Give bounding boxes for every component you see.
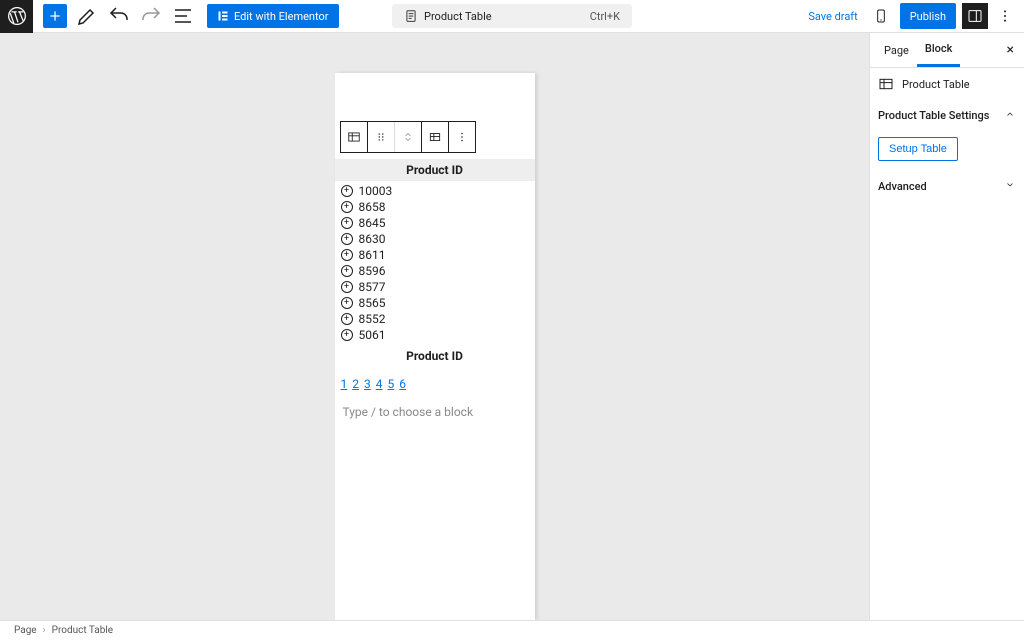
block-label: Product Table: [902, 78, 970, 91]
inspector-sidebar: Page Block × Product Table Product Table…: [869, 33, 1024, 620]
product-id: 8596: [359, 264, 386, 278]
table-row[interactable]: 8552: [341, 311, 529, 327]
publish-button[interactable]: Publish: [900, 3, 956, 29]
chevron-up-icon: [1004, 108, 1016, 123]
block-toolbar[interactable]: [340, 121, 476, 153]
document-overview-icon[interactable]: [171, 4, 195, 28]
topbar: Edit with Elementor Product Table Ctrl+K…: [0, 0, 1024, 33]
product-id: 8611: [359, 248, 386, 262]
product-id: 8565: [359, 296, 386, 310]
table-row[interactable]: 10003: [341, 183, 529, 199]
more-options-icon[interactable]: [992, 3, 1018, 29]
expand-icon[interactable]: [341, 313, 353, 325]
panel-settings-label: Product Table Settings: [878, 109, 989, 122]
product-id: 10003: [359, 184, 393, 198]
redo-icon: [139, 4, 163, 28]
mobile-preview-frame: Product Table: [335, 73, 535, 620]
table-row[interactable]: 8611: [341, 247, 529, 263]
toolbar-right: Save draft Publish: [808, 3, 1024, 29]
document-title-bar[interactable]: Product Table Ctrl+K: [392, 4, 632, 28]
add-block-button[interactable]: [43, 4, 67, 28]
product-id: 8552: [359, 312, 386, 326]
page-link[interactable]: 4: [376, 377, 383, 391]
page-link[interactable]: 2: [352, 377, 359, 391]
add-block-placeholder[interactable]: Type / to choose a block: [335, 391, 535, 433]
breadcrumb-block[interactable]: Product Table: [52, 625, 113, 636]
expand-icon[interactable]: [341, 217, 353, 229]
edit-with-elementor-button[interactable]: Edit with Elementor: [207, 4, 339, 28]
expand-icon[interactable]: [341, 201, 353, 213]
document-icon: [404, 9, 418, 23]
pagination: 123456: [335, 367, 535, 391]
table-row[interactable]: 8577: [341, 279, 529, 295]
chevron-down-icon: [1004, 179, 1016, 194]
panel-product-table-settings[interactable]: Product Table Settings: [870, 100, 1024, 131]
table-row[interactable]: 8658: [341, 199, 529, 215]
move-block-icon[interactable]: [395, 122, 422, 152]
panel-advanced-label: Advanced: [878, 180, 927, 193]
expand-icon[interactable]: [341, 233, 353, 245]
product-id: 8645: [359, 216, 386, 230]
setup-table-button[interactable]: Setup Table: [878, 137, 958, 161]
document-shortcut: Ctrl+K: [590, 10, 620, 23]
product-id: 5061: [359, 328, 386, 342]
canvas-area[interactable]: Product Table: [0, 33, 869, 620]
block-type-icon[interactable]: [341, 122, 368, 152]
product-id: 8577: [359, 280, 386, 294]
block-settings-icon[interactable]: [422, 122, 449, 152]
panel-advanced[interactable]: Advanced: [870, 171, 1024, 202]
expand-icon[interactable]: [341, 297, 353, 309]
sidebar-toggle-button[interactable]: [962, 3, 988, 29]
expand-icon[interactable]: [341, 281, 353, 293]
block-more-icon[interactable]: [449, 122, 475, 152]
save-draft-button[interactable]: Save draft: [808, 10, 857, 23]
toolbar-left: Edit with Elementor: [33, 4, 339, 28]
table-row[interactable]: 8630: [341, 231, 529, 247]
inspector-tabs: Page Block ×: [870, 33, 1024, 68]
close-inspector-icon[interactable]: ×: [1003, 42, 1018, 58]
drag-handle-icon[interactable]: [368, 122, 395, 152]
block-header: Product Table: [335, 73, 535, 121]
wordpress-logo[interactable]: [0, 0, 33, 33]
column-header: Product ID: [335, 159, 535, 181]
document-title: Product Table: [424, 10, 590, 23]
breadcrumb-separator-icon: ›: [43, 625, 46, 636]
main: Product Table: [0, 33, 1024, 620]
column-footer: Product ID: [335, 345, 535, 367]
expand-icon[interactable]: [341, 185, 353, 197]
product-id: 8658: [359, 200, 386, 214]
table-row[interactable]: 8565: [341, 295, 529, 311]
table-body: 10003 8658 8645 8630 8611 8596 8577 8565 8552 506…: [335, 181, 535, 343]
tab-block[interactable]: Block: [917, 33, 960, 67]
expand-icon[interactable]: [341, 249, 353, 261]
expand-icon[interactable]: [341, 329, 353, 341]
page-link[interactable]: 6: [399, 377, 406, 391]
publish-label: Publish: [910, 10, 946, 23]
page-link[interactable]: 3: [364, 377, 371, 391]
page-link[interactable]: 1: [341, 377, 348, 391]
block-identity[interactable]: Product Table: [870, 68, 1024, 100]
page-link[interactable]: 5: [388, 377, 395, 391]
breadcrumb-page[interactable]: Page: [14, 625, 37, 636]
breadcrumb-bar: Page › Product Table: [0, 620, 1024, 640]
undo-icon[interactable]: [107, 4, 131, 28]
table-row[interactable]: 8645: [341, 215, 529, 231]
panel-body: Setup Table: [870, 131, 1024, 171]
table-icon: [878, 76, 894, 92]
tab-page[interactable]: Page: [876, 33, 917, 67]
elementor-label: Edit with Elementor: [234, 10, 329, 23]
product-id: 8630: [359, 232, 386, 246]
table-row[interactable]: 8596: [341, 263, 529, 279]
preview-icon[interactable]: [868, 3, 894, 29]
expand-icon[interactable]: [341, 265, 353, 277]
table-row[interactable]: 5061: [341, 327, 529, 343]
edit-mode-icon[interactable]: [75, 4, 99, 28]
